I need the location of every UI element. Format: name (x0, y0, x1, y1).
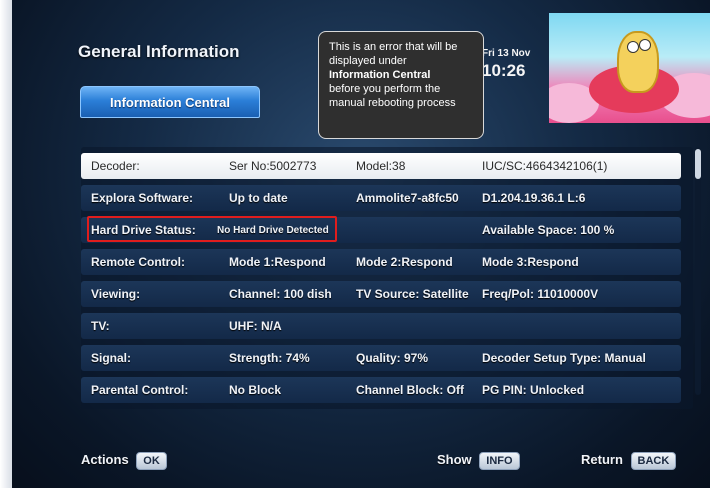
ok-key[interactable]: OK (136, 452, 167, 470)
return-hint[interactable]: Return BACK (581, 452, 677, 470)
row-value: Mode 3:Respond (482, 255, 579, 269)
row-label: Parental Control: (91, 383, 189, 397)
table-row[interactable]: Parental Control: No Block Channel Block… (81, 377, 681, 403)
show-hint[interactable]: Show INFO (437, 452, 520, 470)
table-row[interactable]: Viewing: Channel: 100 dish TV Source: Sa… (81, 281, 681, 307)
datetime-display: Fri 13 Nov 10:26 (482, 48, 530, 81)
row-value: Ammolite7-a8fc50 (356, 191, 459, 205)
row-value: D1.204.19.36.1 L:6 (482, 191, 586, 205)
row-label: Decoder: (91, 159, 140, 173)
page-title: General Information (78, 42, 240, 61)
left-margin (0, 0, 12, 488)
row-value: Up to date (229, 191, 288, 205)
actions-label: Actions (81, 452, 129, 467)
scrollbar[interactable] (695, 147, 701, 395)
back-key[interactable]: BACK (630, 452, 677, 470)
row-value: Available Space: 100 % (482, 223, 615, 237)
row-value: IUC/SC:4664342106(1) (482, 159, 608, 173)
row-value: Quality: 97% (356, 351, 429, 365)
cartoon-character (617, 31, 659, 93)
row-value: Mode 1:Respond (229, 255, 326, 269)
callout-bubble: This is an error that will be displayed … (318, 31, 484, 139)
row-label: Remote Control: (91, 255, 185, 269)
row-value: No Block (229, 383, 282, 397)
row-value: Strength: 74% (229, 351, 310, 365)
return-label: Return (581, 452, 623, 467)
table-row[interactable]: Signal: Strength: 74% Quality: 97% Decod… (81, 345, 681, 371)
row-value: TV Source: Satellite (356, 287, 469, 301)
table-row[interactable]: Explora Software: Up to date Ammolite7-a… (81, 185, 681, 211)
scrollbar-thumb[interactable] (695, 149, 701, 179)
row-label: Viewing: (91, 287, 141, 301)
live-tv-preview (549, 13, 710, 123)
actions-hint[interactable]: Actions OK (81, 452, 167, 470)
table-row[interactable]: Remote Control: Mode 1:Respond Mode 2:Re… (81, 249, 681, 275)
row-value: Mode 2:Respond (356, 255, 453, 269)
error-highlight-box (87, 216, 337, 242)
row-value: Channel Block: Off (356, 383, 465, 397)
tab-information-central[interactable]: Information Central (80, 86, 260, 118)
row-value: UHF: N/A (229, 319, 282, 333)
row-value: Channel: 100 dish (229, 287, 332, 301)
tv-screen: General Information Information Central … (12, 0, 710, 488)
info-table: Decoder: Ser No:5002773 Model:38 IUC/SC:… (81, 147, 701, 409)
row-value: Model:38 (356, 159, 406, 173)
time-label: 10:26 (482, 61, 526, 80)
table-row[interactable]: Decoder: Ser No:5002773 Model:38 IUC/SC:… (81, 153, 681, 179)
callout-text-emphasis: Information Central (329, 69, 431, 81)
show-label: Show (437, 452, 472, 467)
table-row[interactable]: TV: UHF: N/A (81, 313, 681, 339)
date-label: Fri 13 Nov (482, 48, 531, 59)
row-label: TV: (91, 319, 110, 333)
row-label: Signal: (91, 351, 132, 365)
row-value: Freq/Pol: 11010000V (482, 287, 599, 301)
row-value: Decoder Setup Type: Manual (482, 351, 646, 365)
callout-text-line3: before you perform the manual rebooting … (329, 83, 456, 109)
callout-text-line1: This is an error that will be displayed … (329, 41, 458, 67)
info-key[interactable]: INFO (479, 452, 520, 470)
row-value: Ser No:5002773 (229, 159, 317, 173)
row-label: Explora Software: (91, 191, 194, 205)
row-value: PG PIN: Unlocked (482, 383, 585, 397)
footer-bar: Actions OK Show INFO Return BACK (81, 440, 693, 476)
